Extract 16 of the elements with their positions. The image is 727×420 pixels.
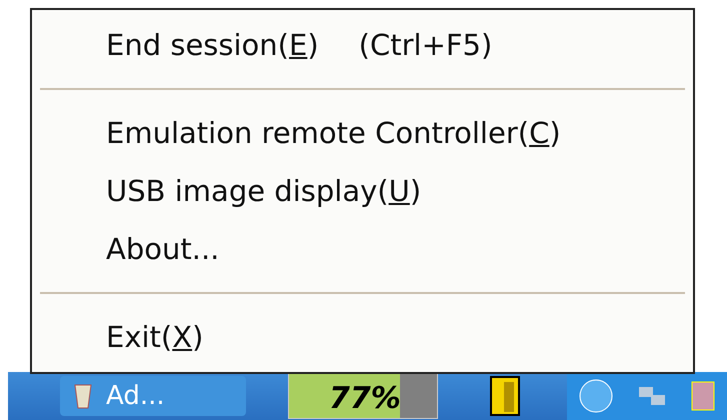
menu-item[interactable]: About... [34, 220, 691, 278]
circle-icon[interactable] [579, 379, 613, 413]
menu-item[interactable]: End session(E) (Ctrl+F5) [34, 16, 691, 74]
menu-item-label: Emulation remote Controller(C) [106, 116, 561, 150]
bin-icon [74, 383, 92, 409]
menu-item[interactable]: Emulation remote Controller(C) [34, 104, 691, 162]
tray-app-icon[interactable] [691, 381, 715, 411]
menu-item[interactable]: USB image display(U) [34, 162, 691, 220]
meter-reading: 77% [329, 381, 401, 416]
shortcut-label: (Ctrl+F5) [358, 28, 492, 62]
menu-item-label: End session(E) [106, 28, 319, 62]
menu-item-label: About... [106, 232, 220, 266]
menu-item-label: Exit(X) [106, 320, 204, 354]
menu-item[interactable]: Exit(X) [34, 308, 691, 366]
menu-item-label: USB image display(U) [106, 174, 422, 208]
document-icon[interactable] [490, 376, 520, 416]
